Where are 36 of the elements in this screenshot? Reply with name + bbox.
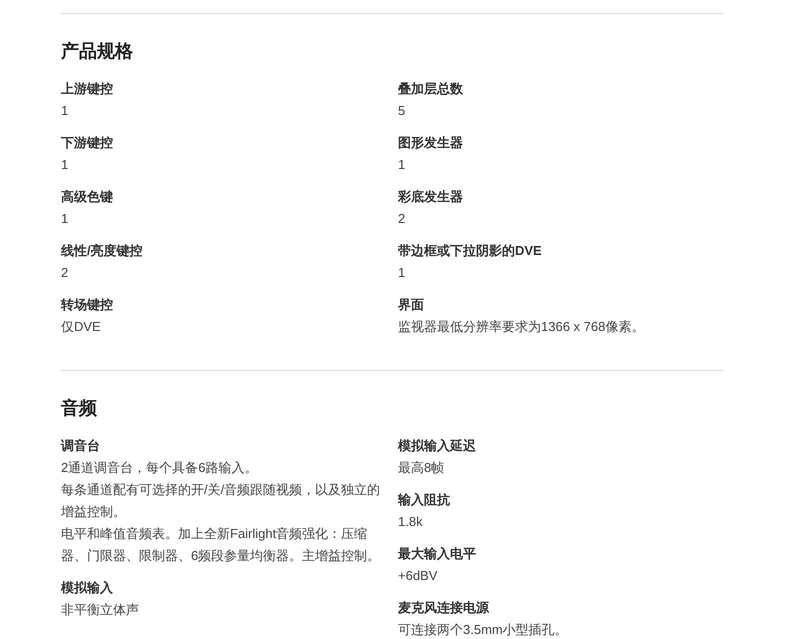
spec-value: 最高8帧 [398,459,446,477]
spec-label: 带边框或下拉阴影的DVE [398,242,542,260]
spec-label: 高级色键 [61,188,113,206]
spec-value: +6dBV [398,567,438,585]
spec-label: 模拟输入 [61,579,113,597]
spec-value: 非平衡立体声 [61,601,140,619]
spec-label: 上游键控 [61,80,113,98]
spec-value: 1 [398,156,406,174]
spec-label: 最大输入电平 [398,545,476,563]
spec-value: 1.8k [398,513,424,531]
spec-label: 模拟输入延迟 [398,437,476,455]
spec-label: 叠加层总数 [398,80,463,98]
spec-value: 2 [61,264,70,282]
spec-value: 2 [398,210,406,228]
spec-value: 1 [61,156,70,174]
spec-value: 1 [61,210,70,228]
spec-label: 下游键控 [61,134,113,152]
spec-value: 1 [61,102,70,120]
spec-value: 2通道调音台，每个具备6路输入。 [61,459,258,477]
spec-value: 每条通道配有可选择的开/关/音频跟随视频，以及独立的增益控制。 [61,481,382,521]
spec-label: 麦克风连接电源 [398,599,489,617]
spec-label: 彩底发生器 [398,188,463,206]
spec-value: 5 [398,102,406,120]
section-heading: 音频 [61,397,97,420]
spec-value: 1 [398,264,406,282]
spec-label: 线性/亮度键控 [61,242,143,260]
spec-value: 仅DVE [61,318,102,336]
spec-label: 输入阻抗 [398,491,450,509]
spec-label: 图形发生器 [398,134,463,152]
section-heading: 产品规格 [61,40,133,63]
spec-value: 电平和峰值音频表。加上全新Fairlight音频强化：压缩器、门限器、限制器、6频段参量均衡器。主增益控制。 [61,525,382,565]
spec-value: 可连接两个3.5mm小型插孔。 [398,621,569,639]
spec-label: 转场键控 [61,296,113,314]
spec-label: 界面 [398,296,424,314]
spec-label: 调音台 [61,437,100,455]
spec-value: 监视器最低分辨率要求为1366 x 768像素。 [398,318,646,336]
